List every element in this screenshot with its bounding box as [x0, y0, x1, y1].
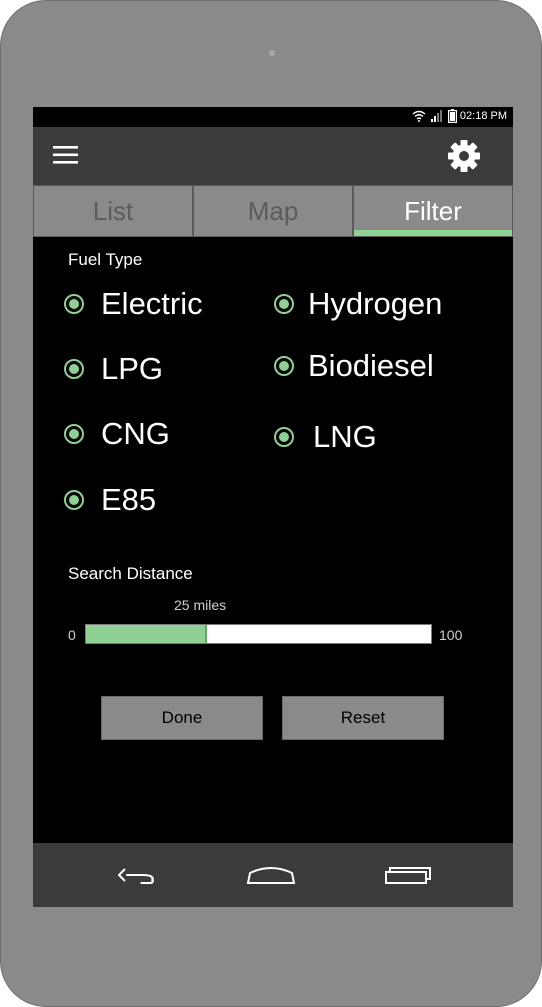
screen: 02:18 PM List Map Filter Fuel Type Elect…: [33, 107, 513, 907]
radio-selected-icon: [64, 359, 84, 379]
fuel-option-label: CNG: [101, 416, 170, 451]
fuel-option-biodiesel[interactable]: Biodiesel: [274, 348, 434, 384]
tab-filter-label: Filter: [404, 195, 462, 226]
app-bar: [33, 127, 513, 185]
radio-selected-icon: [274, 356, 294, 376]
gear-icon[interactable]: [447, 139, 481, 173]
radio-selected-icon: [274, 427, 294, 447]
distance-slider[interactable]: [85, 624, 432, 644]
tab-bar: List Map Filter: [33, 185, 513, 237]
tab-filter[interactable]: Filter: [353, 185, 513, 237]
speaker-dot: [269, 50, 275, 56]
distance-min-label: 0: [68, 627, 76, 643]
status-icons: [412, 109, 457, 123]
fuel-option-e85[interactable]: E85: [64, 482, 156, 518]
home-icon[interactable]: [246, 859, 296, 891]
back-icon[interactable]: [113, 859, 163, 891]
active-tab-indicator: [354, 230, 512, 236]
tab-map[interactable]: Map: [193, 185, 353, 237]
tab-list[interactable]: List: [33, 185, 193, 237]
fuel-option-lng[interactable]: LNG: [274, 419, 377, 455]
menu-icon[interactable]: [53, 145, 78, 165]
fuel-option-label: LPG: [101, 351, 164, 386]
distance-value: 25 miles: [174, 597, 227, 613]
fuel-option-label: Biodiesel: [308, 348, 434, 383]
radio-selected-icon: [64, 490, 84, 510]
done-button-label: Done: [161, 708, 203, 727]
fuel-option-hydrogen[interactable]: Hydrogen: [274, 286, 442, 322]
status-bar: 02:18 PM: [33, 107, 513, 127]
status-time: 02:18 PM: [459, 110, 507, 122]
phone-frame: 02:18 PM List Map Filter Fuel Type Elect…: [0, 0, 542, 1007]
fuel-option-label: Electric: [101, 286, 203, 321]
fuel-option-cng[interactable]: CNG: [64, 416, 170, 452]
system-nav-bar: [33, 843, 513, 907]
fuel-option-electric[interactable]: Electric: [64, 286, 203, 322]
reset-button-label: Reset: [340, 708, 386, 727]
tab-map-label: Map: [247, 195, 299, 226]
battery-icon: [448, 109, 457, 123]
fuel-option-lpg[interactable]: LPG: [64, 351, 163, 387]
distance-max-label: 100: [439, 627, 463, 643]
fuel-option-label: E85: [101, 482, 157, 517]
signal-icon: [431, 110, 442, 122]
reset-button[interactable]: Reset: [282, 696, 444, 740]
distance-slider-fill[interactable]: [86, 625, 207, 643]
wifi-icon: [412, 110, 426, 122]
done-button[interactable]: Done: [101, 696, 263, 740]
radio-selected-icon: [274, 294, 294, 314]
filter-panel: Fuel Type Electric Hydrogen LPG Biodiese…: [33, 237, 513, 843]
recents-icon[interactable]: [383, 859, 433, 891]
search-distance-heading: Search Distance: [68, 564, 193, 583]
radio-selected-icon: [64, 424, 84, 444]
radio-selected-icon: [64, 294, 84, 314]
fuel-option-label: LNG: [313, 419, 377, 454]
tab-list-label: List: [92, 195, 134, 226]
fuel-option-label: Hydrogen: [308, 286, 443, 321]
fuel-type-heading: Fuel Type: [68, 250, 143, 269]
